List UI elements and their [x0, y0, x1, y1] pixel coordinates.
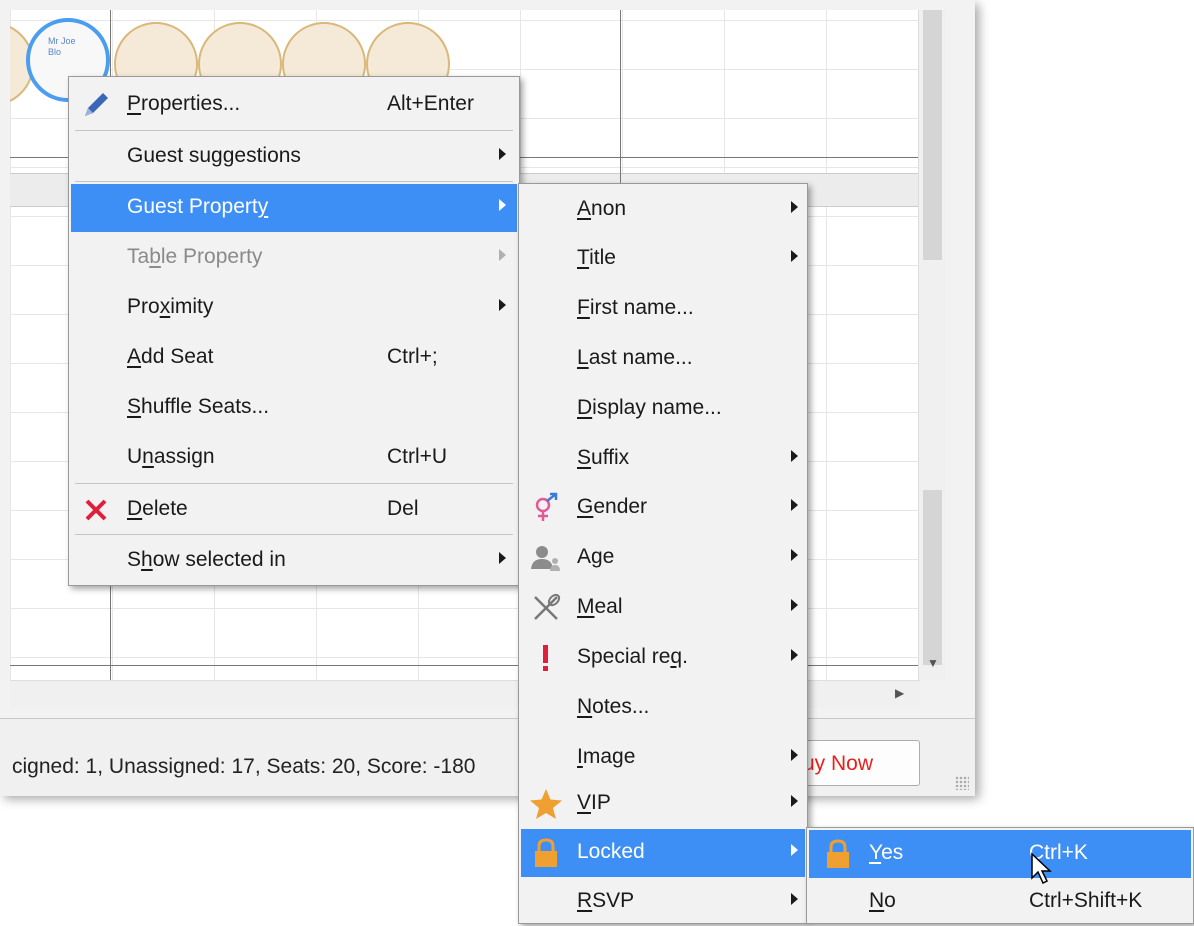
- vertical-scroll-thumb[interactable]: [923, 10, 942, 260]
- submenu-arrow-icon: [499, 552, 506, 564]
- menu-item-special-req[interactable]: Special req.: [521, 634, 805, 682]
- scroll-right-arrow-icon[interactable]: ▶: [895, 686, 904, 700]
- age-person-icon: [531, 546, 560, 571]
- submenu-arrow-icon: [499, 148, 506, 160]
- buy-now-button[interactable]: uy Now: [790, 740, 920, 786]
- menu-item-unassign[interactable]: Unassign Ctrl+U: [71, 434, 517, 482]
- buy-now-label: uy Now: [803, 752, 874, 775]
- menu-item-title[interactable]: Title: [521, 235, 805, 283]
- seat-guest-name-line2: Blo: [48, 47, 62, 57]
- submenu-arrow-icon: [499, 249, 506, 261]
- menu-item-locked-no[interactable]: No Ctrl+Shift+K: [809, 878, 1191, 926]
- submenu-arrow-icon: [791, 549, 798, 561]
- guest-property-submenu: Anon Title First name... Last name... Di…: [518, 183, 808, 924]
- menu-item-delete[interactable]: Delete Del: [71, 486, 517, 534]
- menu-separator: [75, 534, 513, 535]
- submenu-arrow-icon: [791, 599, 798, 611]
- vertical-scrollbar[interactable]: ▼: [918, 10, 946, 680]
- submenu-arrow-icon: [791, 201, 798, 213]
- submenu-arrow-icon: [499, 299, 506, 311]
- menu-item-suffix[interactable]: Suffix: [521, 435, 805, 483]
- shortcut-label: Del: [387, 497, 419, 520]
- menu-item-rsvp[interactable]: RSVP: [521, 878, 805, 926]
- submenu-arrow-icon: [791, 649, 798, 661]
- menu-item-proximity[interactable]: Proximity: [71, 284, 517, 332]
- menu-item-last-name[interactable]: Last name...: [521, 335, 805, 383]
- shortcut-label: Ctrl+Shift+K: [1029, 889, 1143, 912]
- menu-item-notes[interactable]: Notes...: [521, 684, 805, 732]
- menu-item-meal[interactable]: Meal: [521, 584, 805, 632]
- menu-item-gender[interactable]: Gender: [521, 484, 805, 532]
- menu-item-locked[interactable]: Locked: [521, 829, 805, 877]
- delete-x-icon: [85, 499, 107, 521]
- menu-separator: [75, 483, 513, 484]
- menu-item-add-seat[interactable]: Add Seat Ctrl+;: [71, 334, 517, 382]
- menu-item-anon[interactable]: Anon: [521, 186, 805, 234]
- shortcut-label: Alt+Enter: [387, 92, 474, 115]
- submenu-arrow-icon: [791, 749, 798, 761]
- submenu-arrow-icon: [791, 250, 798, 262]
- menu-item-shuffle-seats[interactable]: Shuffle Seats...: [71, 384, 517, 432]
- submenu-arrow-icon: [791, 893, 798, 905]
- menu-item-guest-property[interactable]: Guest Property: [71, 184, 517, 232]
- vertical-scroll-thumb-lower[interactable]: [923, 490, 942, 665]
- menu-item-table-property[interactable]: Table Property: [71, 234, 517, 282]
- seat-guest-name: Mr Joe Blo: [48, 36, 76, 58]
- menu-separator: [75, 181, 513, 182]
- scroll-down-arrow-icon[interactable]: ▼: [927, 656, 939, 670]
- resize-grip-icon[interactable]: [955, 776, 969, 790]
- mouse-cursor-icon: [1031, 852, 1052, 885]
- lock-icon: [827, 839, 849, 868]
- menu-item-image[interactable]: Image: [521, 734, 805, 782]
- menu-item-show-selected-in[interactable]: Show selected in: [71, 537, 517, 585]
- status-bar: cigned: 1, Unassigned: 17, Seats: 20, Sc…: [0, 718, 975, 796]
- shortcut-label: Ctrl+U: [387, 445, 448, 468]
- seat-guest-name-line1: Mr Joe: [48, 36, 76, 46]
- lock-icon: [535, 838, 557, 867]
- cutlery-icon: [534, 593, 561, 620]
- star-icon: [530, 789, 562, 819]
- submenu-arrow-icon: [791, 844, 798, 856]
- exclamation-icon: [543, 645, 548, 671]
- menu-item-vip[interactable]: VIP: [521, 780, 805, 828]
- seat-context-menu: Properties... Alt+Enter Guest suggestion…: [68, 76, 520, 586]
- gender-icon: [535, 492, 558, 521]
- status-text: cigned: 1, Unassigned: 17, Seats: 20, Sc…: [12, 755, 476, 778]
- pencil-icon: [85, 93, 108, 116]
- menu-item-first-name[interactable]: First name...: [521, 285, 805, 333]
- menu-item-display-name[interactable]: Display name...: [521, 385, 805, 433]
- submenu-arrow-icon: [791, 795, 798, 807]
- menu-item-guest-suggestions[interactable]: Guest suggestions: [71, 133, 517, 181]
- submenu-arrow-icon: [499, 199, 506, 211]
- shortcut-label: Ctrl+;: [387, 345, 438, 368]
- menu-item-age[interactable]: Age: [521, 534, 805, 582]
- submenu-arrow-icon: [791, 450, 798, 462]
- menu-item-properties[interactable]: Properties... Alt+Enter: [71, 81, 517, 129]
- submenu-arrow-icon: [791, 499, 798, 511]
- locked-submenu: Yes Ctrl+K No Ctrl+Shift+K: [806, 827, 1194, 924]
- menu-separator: [75, 130, 513, 131]
- menu-item-locked-yes[interactable]: Yes Ctrl+K: [809, 830, 1191, 878]
